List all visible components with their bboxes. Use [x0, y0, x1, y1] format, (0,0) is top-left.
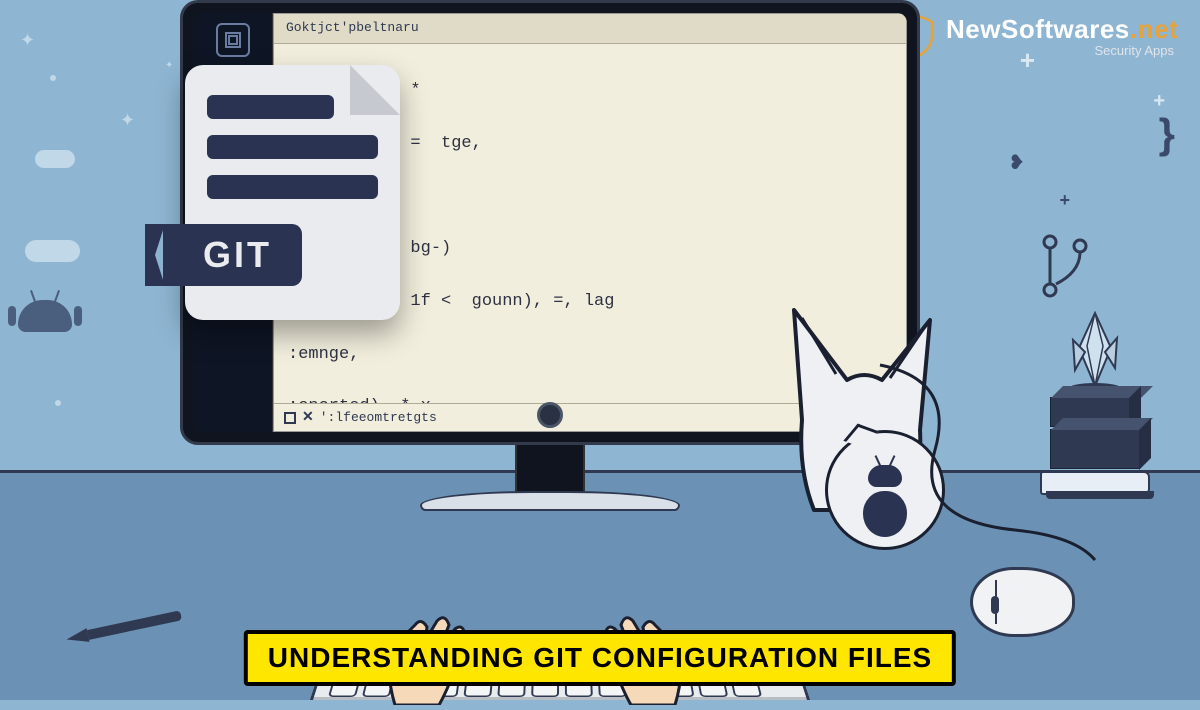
brand-logo-text: NewSoftwares.net: [946, 14, 1178, 45]
computer-mouse-icon: [970, 567, 1080, 645]
brand-tagline: Security Apps: [946, 43, 1178, 58]
decor-cloud-icon: [35, 150, 75, 168]
statusbar-stop-icon: [284, 412, 296, 424]
decor-git-branch-icon: [1035, 232, 1095, 302]
decor-cloud-icon: [25, 240, 80, 262]
mouse-cable: [875, 360, 1105, 580]
decor-dot-icon: [50, 75, 56, 81]
decor-sparkle-icon: ✦: [20, 30, 35, 51]
git-file-label: GIT: [163, 224, 302, 286]
decor-plus-icon: +: [1059, 190, 1070, 211]
title-banner: Understanding Git Configuration Files: [244, 630, 956, 686]
decor-drop-icon: ❥: [1008, 150, 1025, 175]
statusbar-close-icon: ✕: [302, 409, 314, 426]
editor-titlebar: Goktjct'pbeltnaru: [274, 14, 906, 44]
monitor-home-button-icon: [537, 402, 563, 428]
statusbar-text: ':lfeeomtretgts: [320, 410, 437, 425]
decor-plus-icon: +: [1153, 90, 1165, 113]
decor-android-icon: [18, 300, 78, 355]
decor-sparkle-icon: ✦: [120, 110, 135, 131]
decor-dot-icon: ✦: [165, 60, 173, 71]
decor-brace-icon: }: [1159, 110, 1175, 158]
decor-dot-icon: [55, 400, 61, 406]
brand-logo: NewSoftwares.net Security Apps: [896, 14, 1178, 58]
git-config-file-icon: GIT: [185, 65, 400, 320]
sidebar-app-icon: [216, 23, 250, 57]
